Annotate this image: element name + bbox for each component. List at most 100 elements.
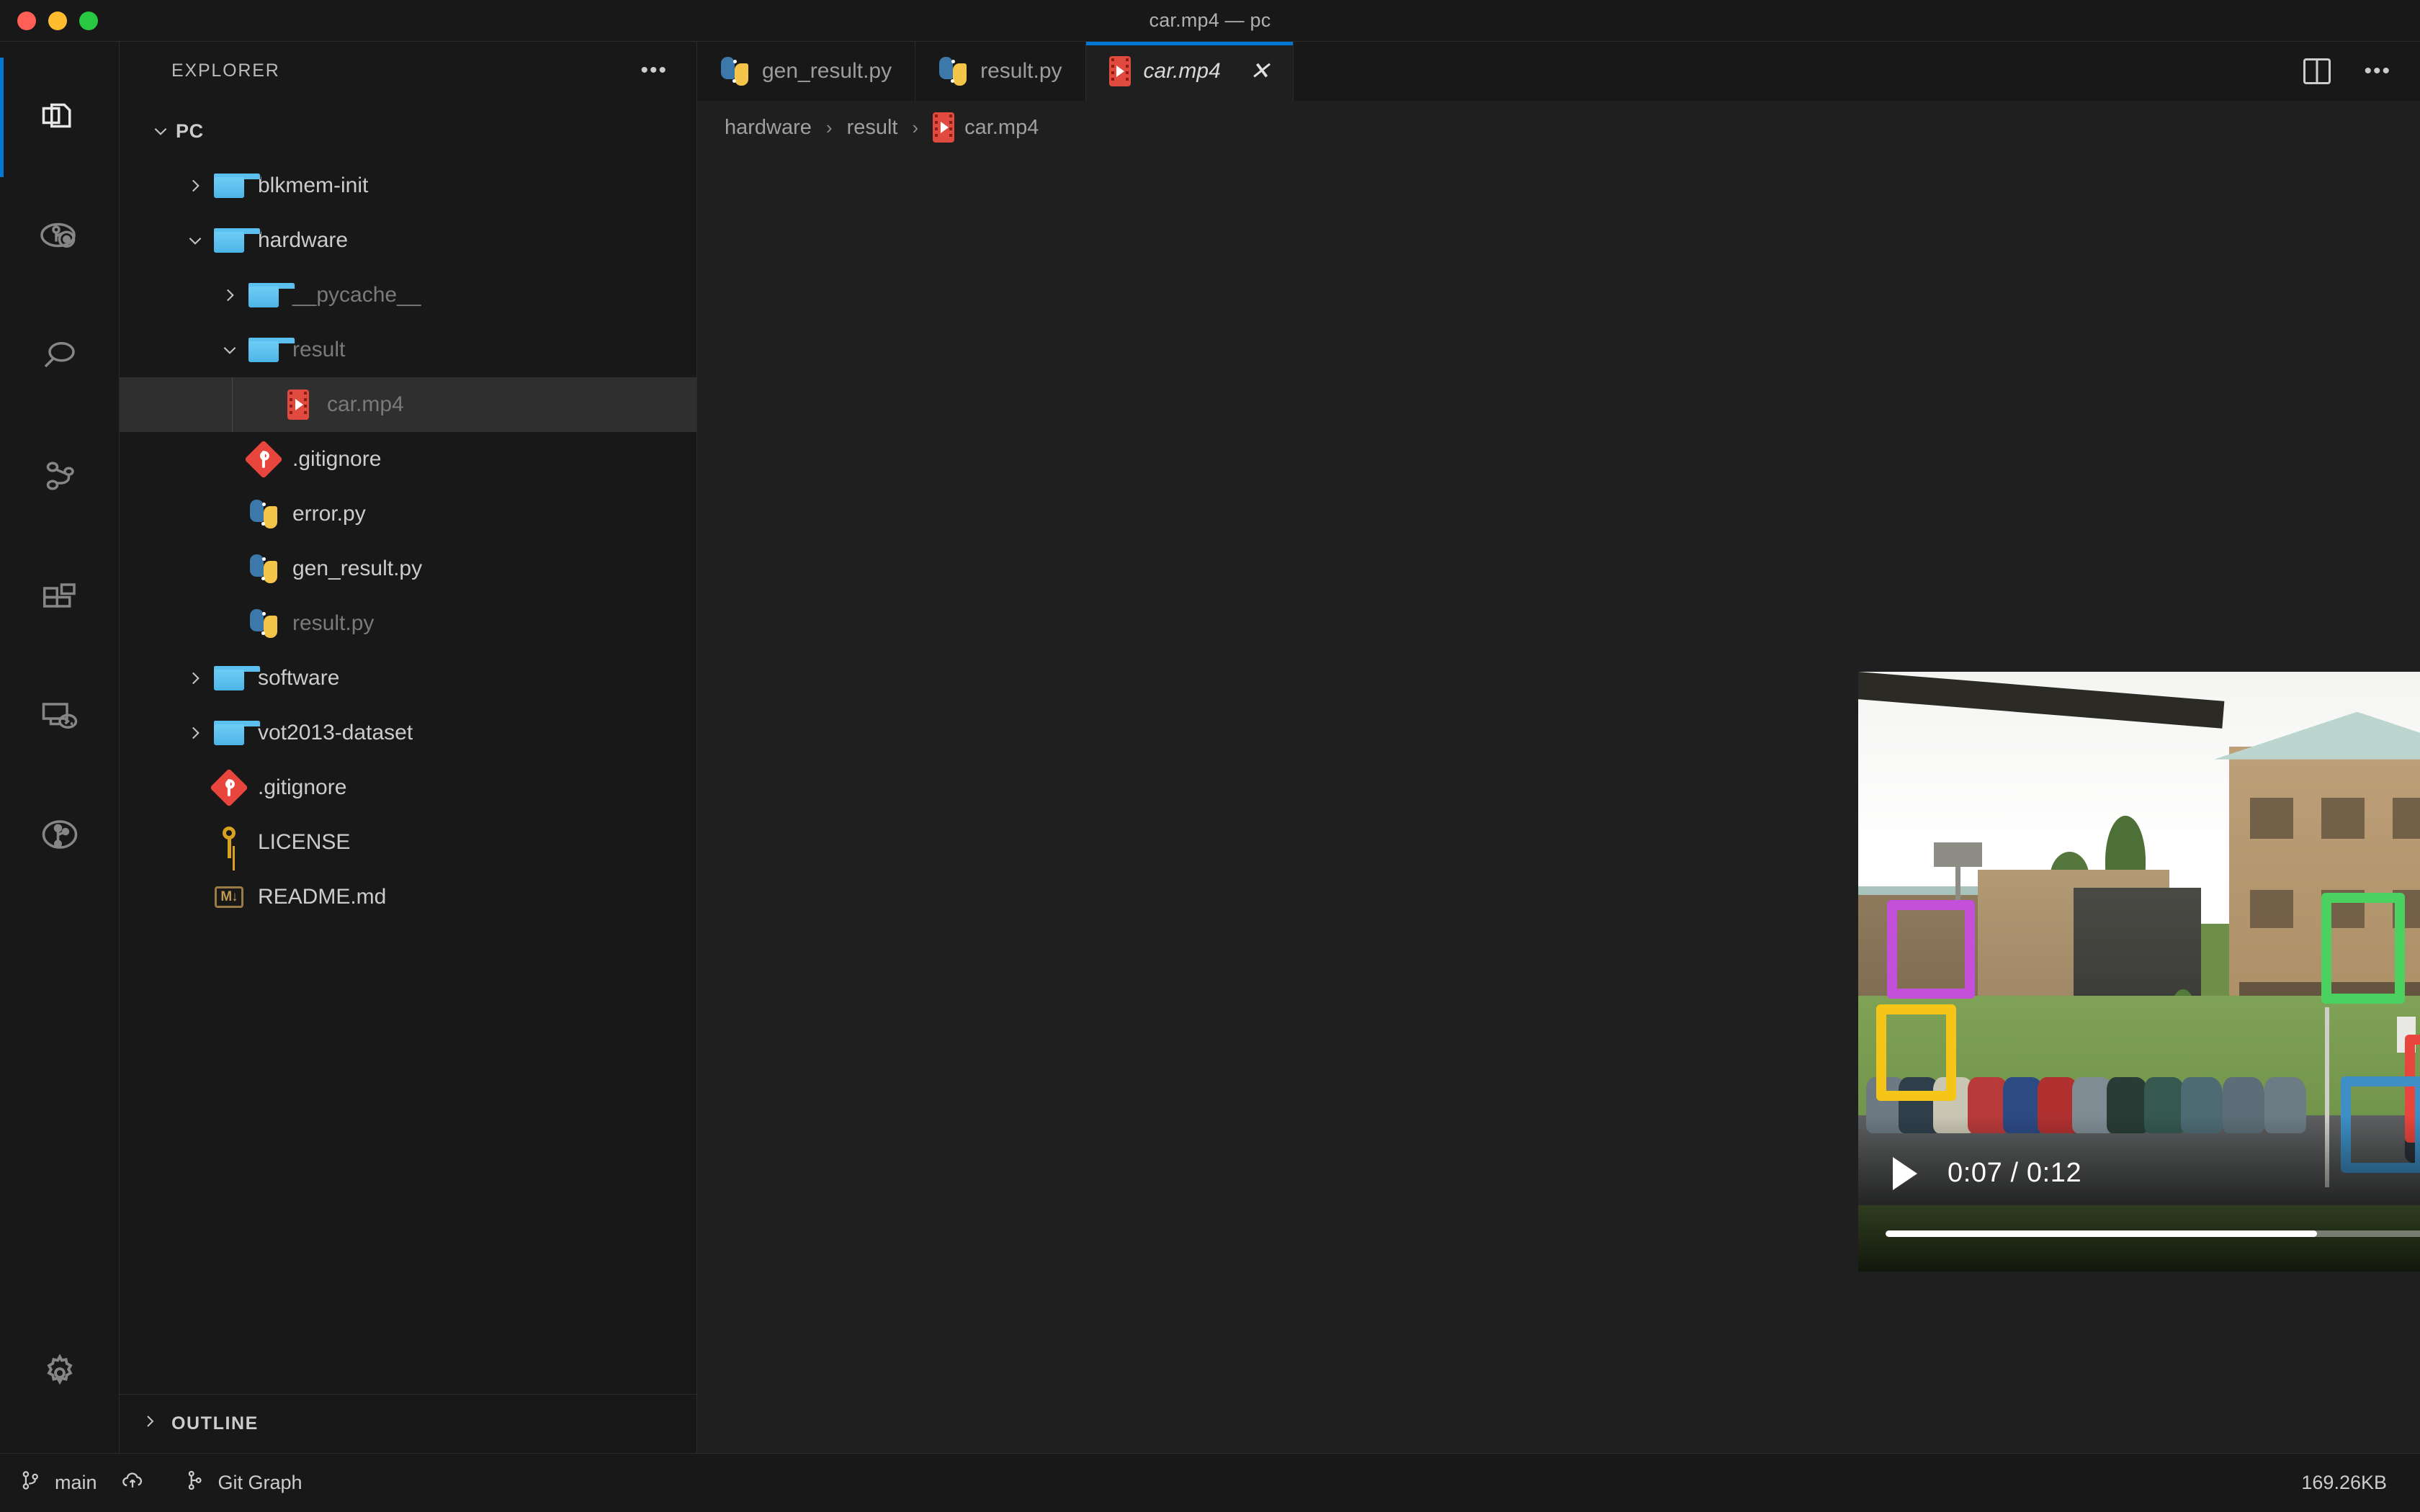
explorer-title: EXPLORER — [171, 60, 280, 81]
explorer-more-actions-icon[interactable]: ••• — [640, 60, 668, 81]
maximize-window-button[interactable] — [79, 11, 98, 30]
chevron-down-icon[interactable] — [180, 231, 210, 250]
time-display: 0:07 / 0:12 — [1948, 1158, 2082, 1189]
window-title: car.mp4 — pc — [1149, 9, 1271, 31]
video-progress-fill — [1886, 1230, 2317, 1238]
file-tree[interactable]: PC blkmem-init hardware __pycache__result ca… — [120, 99, 696, 1394]
cloud-upload-icon[interactable] — [120, 1468, 145, 1498]
close-icon[interactable]: ✕ — [1250, 59, 1270, 84]
tree-file--gitignore[interactable]: .gitignore — [120, 432, 696, 487]
breadcrumb[interactable]: hardware › result › car.mp4 — [697, 101, 2420, 154]
breadcrumb-item-label: car.mp4 — [964, 115, 1039, 139]
status-branch[interactable]: main — [0, 1454, 163, 1512]
activity-item-explorer[interactable] — [0, 58, 120, 177]
video-player[interactable]: 0:07 / 0:12 — [1858, 672, 2420, 1272]
editor-tab-result-py[interactable]: result.py — [915, 42, 1086, 101]
outline-label: OUTLINE — [171, 1413, 259, 1434]
editor-more-actions-icon[interactable]: ••• — [2364, 60, 2391, 82]
activity-bar — [0, 42, 120, 1453]
box-purple — [1886, 899, 1975, 999]
split-editor-icon[interactable] — [2303, 58, 2331, 84]
tree-root-pc[interactable]: PC — [120, 104, 696, 158]
editor-tab-car-mp4[interactable]: car.mp4 ✕ — [1085, 42, 1294, 101]
tree-item-label: vot2013-dataset — [258, 721, 413, 744]
chevron-right-icon[interactable] — [180, 176, 210, 195]
tree-folder-blkmem-init[interactable]: blkmem-init — [120, 158, 696, 213]
python-icon — [938, 57, 967, 86]
tree-folder-software[interactable]: software — [120, 651, 696, 706]
git-graph-icon — [182, 1468, 207, 1498]
chevron-right-icon[interactable] — [215, 286, 245, 305]
gear-icon — [37, 1351, 82, 1395]
folder-icon — [214, 721, 261, 745]
breadcrumb-item-result[interactable]: result — [847, 116, 898, 140]
tree-folder-result[interactable]: result — [120, 323, 696, 377]
video-progress-bar[interactable] — [1886, 1230, 2420, 1238]
source-control-icon — [38, 454, 81, 498]
editor-tab-gen-result-py[interactable]: gen_result.py — [697, 42, 916, 101]
key-icon — [217, 827, 241, 858]
activity-item-git-graph[interactable] — [0, 775, 120, 894]
title-bar: car.mp4 — pc — [0, 0, 2420, 42]
minimize-window-button[interactable] — [48, 11, 67, 30]
remote-explorer-icon — [38, 693, 81, 737]
activity-item-source-control[interactable] — [0, 416, 120, 536]
markdown-icon: M↓ — [215, 886, 243, 908]
source-control-branch-icon — [19, 1468, 43, 1498]
tree-folder-vot2013-dataset[interactable]: vot2013-dataset — [120, 706, 696, 760]
chevron-right-icon[interactable] — [180, 724, 210, 742]
tree-file-error-py[interactable]: error.py — [120, 487, 696, 541]
traffic-lights — [0, 11, 98, 30]
activity-item-extensions[interactable] — [0, 536, 120, 655]
chevron-down-icon[interactable] — [145, 122, 176, 140]
editor-tab-bar: gen_result.py result.py car.mp4 ✕ ••• — [697, 42, 2420, 101]
extensions-icon — [38, 574, 81, 617]
tree-file-license[interactable]: LICENSE — [120, 815, 696, 870]
breadcrumb-item-hardware[interactable]: hardware — [725, 116, 812, 140]
git-icon — [244, 440, 283, 479]
folder-icon — [248, 283, 295, 307]
breadcrumb-item-label: result — [846, 115, 898, 139]
chevron-right-icon — [141, 1413, 158, 1435]
video-icon — [933, 112, 955, 143]
tree-item-label: gen_result.py — [292, 557, 423, 580]
status-git-graph[interactable]: Git Graph — [163, 1454, 321, 1512]
box-green — [2321, 892, 2405, 1004]
tree-item-label: error.py — [292, 502, 366, 526]
tree-folder-hardware[interactable]: hardware — [120, 213, 696, 268]
tree-item-label: README.md — [258, 885, 387, 909]
tree-file--gitignore[interactable]: .gitignore — [120, 760, 696, 815]
chevron-right-icon[interactable] — [180, 669, 210, 688]
folder-icon — [214, 174, 261, 198]
tree-file-result-py[interactable]: result.py — [120, 596, 696, 651]
tree-file-gen-result-py[interactable]: gen_result.py — [120, 541, 696, 596]
play-icon[interactable] — [1893, 1156, 1917, 1190]
outline-section-header[interactable]: OUTLINE — [120, 1394, 696, 1453]
breadcrumb-item-car-mp4[interactable]: car.mp4 — [933, 112, 1039, 143]
tree-item-label: .gitignore — [258, 775, 347, 799]
activity-item-chat[interactable] — [0, 177, 120, 297]
activity-item-manage-settings[interactable] — [0, 1313, 120, 1433]
breadcrumb-separator: › — [912, 116, 919, 138]
video-water-tower — [1934, 842, 1982, 911]
status-file-size[interactable]: 169.26KB — [2282, 1454, 2420, 1512]
editor-tab-label: car.mp4 — [1143, 59, 1221, 83]
activity-item-remote-explorer[interactable] — [0, 655, 120, 775]
close-window-button[interactable] — [17, 11, 36, 30]
git-icon — [210, 768, 248, 807]
tree-item-label: PC — [176, 120, 204, 142]
folder-icon — [214, 228, 261, 253]
explorer-sidebar: EXPLORER ••• PC blkmem-init hardware __pyca… — [120, 42, 697, 1453]
tree-folder--pycache-[interactable]: __pycache__ — [120, 268, 696, 323]
tree-item-label: __pycache__ — [292, 283, 421, 307]
git-graph-icon — [38, 813, 81, 856]
status-bar: main Git Graph 169.26KB — [0, 1453, 2420, 1512]
tree-file-car-mp4[interactable]: car.mp4 — [120, 377, 696, 432]
folder-icon — [248, 338, 295, 362]
activity-item-search[interactable] — [0, 297, 120, 416]
tree-file-readme-md[interactable]: M↓ README.md — [120, 870, 696, 924]
files-icon — [38, 96, 81, 139]
status-git-graph-label: Git Graph — [218, 1472, 302, 1493]
folder-icon — [214, 666, 261, 690]
chevron-down-icon[interactable] — [215, 341, 245, 359]
